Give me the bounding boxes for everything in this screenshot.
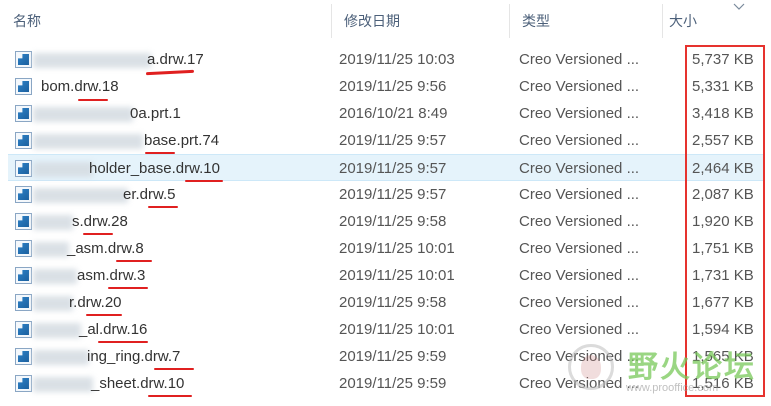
file-date: 2019/11/25 9:59 [339,348,447,365]
file-row[interactable]: a.drw.17 2019/11/25 10:03 Creo Versioned… [0,46,771,73]
file-name: asm.drw.3 [77,267,146,284]
file-type: Creo Versioned ... [519,294,640,311]
column-header-date[interactable]: 修改日期 [331,0,509,42]
file-type: Creo Versioned ... [519,160,640,177]
file-row[interactable]: base.prt.74 2019/11/25 9:57 Creo Version… [0,127,771,154]
file-date: 2019/11/25 9:58 [339,213,447,230]
creo-file-icon [15,294,32,311]
file-name: base.prt.74 [144,132,220,149]
file-row[interactable]: ing_ring.drw.7 2019/11/25 9:59 Creo Vers… [0,343,771,370]
redacted-name [33,377,93,392]
file-date: 2019/11/25 9:57 [339,132,447,149]
creo-file-icon [15,375,32,392]
column-header-size[interactable]: 大小 [662,0,771,42]
chevron-down-icon [733,3,745,10]
file-row-selected[interactable]: holder_base.drw.10 2019/11/25 9:57 Creo … [8,154,763,181]
file-date: 2019/11/25 9:58 [339,294,447,311]
file-row[interactable]: _sheet.drw.10 2019/11/25 9:59 Creo Versi… [0,370,771,397]
file-type: Creo Versioned ... [519,105,640,122]
red-underline-mark [154,368,194,370]
file-row[interactable]: 0a.prt.1 2016/10/21 8:49 Creo Versioned … [0,100,771,127]
file-type: Creo Versioned ... [519,240,640,257]
file-name: a.drw.17 [147,51,204,68]
file-date: 2019/11/25 9:57 [339,160,447,177]
redacted-name [33,242,69,257]
file-type: Creo Versioned ... [519,51,640,68]
file-name: er.drw.5 [123,186,176,203]
file-date: 2019/11/25 10:01 [339,267,455,284]
file-date: 2019/11/25 10:03 [339,51,455,68]
file-date: 2019/11/25 10:01 [339,240,455,257]
file-type: Creo Versioned ... [519,348,640,365]
red-underline-mark [185,180,223,182]
file-name: s.drw.28 [72,213,128,230]
file-name: _asm.drw.8 [67,240,144,257]
creo-file-icon [15,51,32,68]
file-date: 2019/11/25 10:01 [339,321,455,338]
file-name: bom.drw.18 [41,78,119,95]
creo-file-icon [15,240,32,257]
file-type: Creo Versioned ... [519,132,640,149]
redacted-name [33,162,93,177]
redacted-name [33,323,81,338]
redacted-name [33,269,77,284]
file-date: 2016/10/21 8:49 [339,105,448,122]
creo-file-icon [15,186,32,203]
red-underline-mark [116,260,152,262]
column-header-name[interactable]: 名称 [0,0,331,42]
file-type: Creo Versioned ... [519,78,640,95]
file-name: _al.drw.16 [79,321,148,338]
red-underline-mark [148,395,192,397]
creo-file-icon [15,160,32,177]
size-column-highlight-box [685,45,765,397]
redacted-name [33,134,143,149]
file-row[interactable]: _asm.drw.8 2019/11/25 10:01 Creo Version… [0,235,771,262]
file-list: a.drw.17 2019/11/25 10:03 Creo Versioned… [0,46,771,397]
file-row[interactable]: asm.drw.3 2019/11/25 10:01 Creo Versione… [0,262,771,289]
file-type: Creo Versioned ... [519,186,640,203]
creo-file-icon [15,348,32,365]
file-date: 2019/11/25 9:57 [339,186,447,203]
red-underline-mark [78,99,108,101]
creo-file-icon [15,132,32,149]
file-row[interactable]: _al.drw.16 2019/11/25 10:01 Creo Version… [0,316,771,343]
redacted-name [33,53,151,68]
file-date: 2019/11/25 9:56 [339,78,447,95]
redacted-name [33,296,73,311]
file-name: ing_ring.drw.7 [87,348,181,365]
list-bottom-edge [0,398,771,406]
redacted-name [33,188,128,203]
file-row[interactable]: er.drw.5 2019/11/25 9:57 Creo Versioned … [0,181,771,208]
file-type: Creo Versioned ... [519,267,640,284]
redacted-name [33,215,73,230]
red-underline-mark [86,314,122,316]
creo-file-icon [15,213,32,230]
file-type: Creo Versioned ... [519,213,640,230]
creo-file-icon [15,78,32,95]
column-header: 名称 修改日期 类型 大小 [0,0,771,42]
file-row[interactable]: bom.drw.18 2019/11/25 9:56 Creo Versione… [0,73,771,100]
redacted-name [33,107,133,122]
creo-file-icon [15,267,32,284]
red-underline-mark [145,152,175,154]
file-type: Creo Versioned ... [519,321,640,338]
creo-file-icon [15,105,32,122]
red-underline-mark [148,206,178,208]
file-row[interactable]: r.drw.20 2019/11/25 9:58 Creo Versioned … [0,289,771,316]
red-underline-mark [98,341,148,343]
red-underline-mark [108,287,148,289]
file-name: 0a.prt.1 [130,105,181,122]
file-name: r.drw.20 [69,294,122,311]
redacted-name [33,350,89,365]
red-underline-mark [83,233,113,235]
file-date: 2019/11/25 9:59 [339,375,447,392]
file-name: holder_base.drw.10 [89,160,220,177]
creo-file-icon [15,321,32,338]
column-header-type[interactable]: 类型 [509,0,662,42]
file-row[interactable]: s.drw.28 2019/11/25 9:58 Creo Versioned … [0,208,771,235]
file-name: _sheet.drw.10 [91,375,185,392]
file-type: Creo Versioned ... [519,375,640,392]
